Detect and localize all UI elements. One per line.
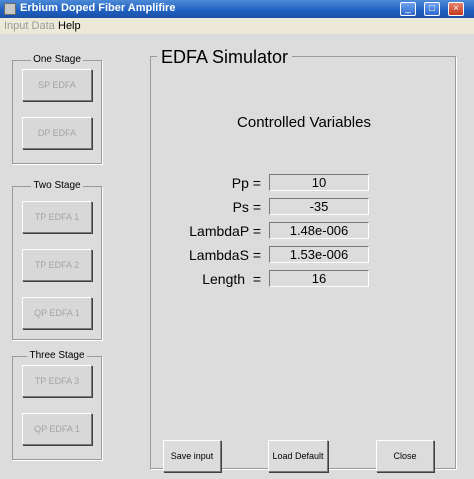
close-button[interactable]: Close bbox=[376, 440, 434, 472]
two-stage-group: Two Stage TP EDFA 1 TP EDFA 2 QP EDFA 1 bbox=[12, 180, 102, 340]
sp-edfa-button[interactable]: SP EDFA bbox=[22, 69, 92, 101]
menu-help[interactable]: Help bbox=[58, 20, 81, 32]
qp-edfa-1-stage3-button[interactable]: QP EDFA 1 bbox=[22, 413, 92, 445]
client-area: One Stage SP EDFA DP EDFA Two Stage TP E… bbox=[0, 34, 474, 479]
length-label: Length = bbox=[202, 271, 261, 287]
one-stage-group: One Stage SP EDFA DP EDFA bbox=[12, 54, 102, 164]
lambdas-label: LambdaS = bbox=[189, 247, 261, 263]
load-default-button[interactable]: Load Default bbox=[268, 440, 328, 472]
window-title: Erbium Doped Fiber Amplifire bbox=[20, 2, 176, 14]
menu-input-data[interactable]: Input Data bbox=[4, 20, 55, 32]
lambdap-label: LambdaP = bbox=[189, 223, 261, 239]
menu-bar: Input Data Help bbox=[0, 18, 474, 34]
section-title: Controlled Variables bbox=[237, 114, 371, 131]
group-title-two-stage: Two Stage bbox=[31, 180, 83, 191]
ps-label: Ps = bbox=[232, 199, 261, 215]
edfa-simulator-panel: EDFA Simulator Controlled Variables Pp =… bbox=[150, 46, 456, 472]
tp-edfa-3-button[interactable]: TP EDFA 3 bbox=[22, 365, 92, 397]
lambdap-field[interactable]: 1.48e-006 bbox=[269, 222, 369, 239]
lambdas-field[interactable]: 1.53e-006 bbox=[269, 246, 369, 263]
group-title-one-stage: One Stage bbox=[31, 54, 83, 65]
tp-edfa-1-button[interactable]: TP EDFA 1 bbox=[22, 201, 92, 233]
dp-edfa-button[interactable]: DP EDFA bbox=[22, 117, 92, 149]
title-bar[interactable]: Erbium Doped Fiber Amplifire _ □ × bbox=[0, 0, 474, 18]
pp-field[interactable]: 10 bbox=[269, 174, 369, 191]
minimize-button[interactable]: _ bbox=[400, 2, 416, 16]
panel-title: EDFA Simulator bbox=[157, 46, 293, 68]
pp-label: Pp = bbox=[231, 175, 261, 191]
close-window-button[interactable]: × bbox=[448, 2, 464, 16]
tp-edfa-2-button[interactable]: TP EDFA 2 bbox=[22, 249, 92, 281]
app-icon bbox=[4, 3, 16, 15]
ps-field[interactable]: -35 bbox=[269, 198, 369, 215]
qp-edfa-1-button[interactable]: QP EDFA 1 bbox=[22, 297, 92, 329]
length-field[interactable]: 16 bbox=[269, 270, 369, 287]
save-input-button[interactable]: Save input bbox=[163, 440, 221, 472]
group-title-three-stage: Three Stage bbox=[27, 350, 87, 361]
three-stage-group: Three Stage TP EDFA 3 QP EDFA 1 bbox=[12, 350, 102, 460]
maximize-button[interactable]: □ bbox=[424, 2, 440, 16]
